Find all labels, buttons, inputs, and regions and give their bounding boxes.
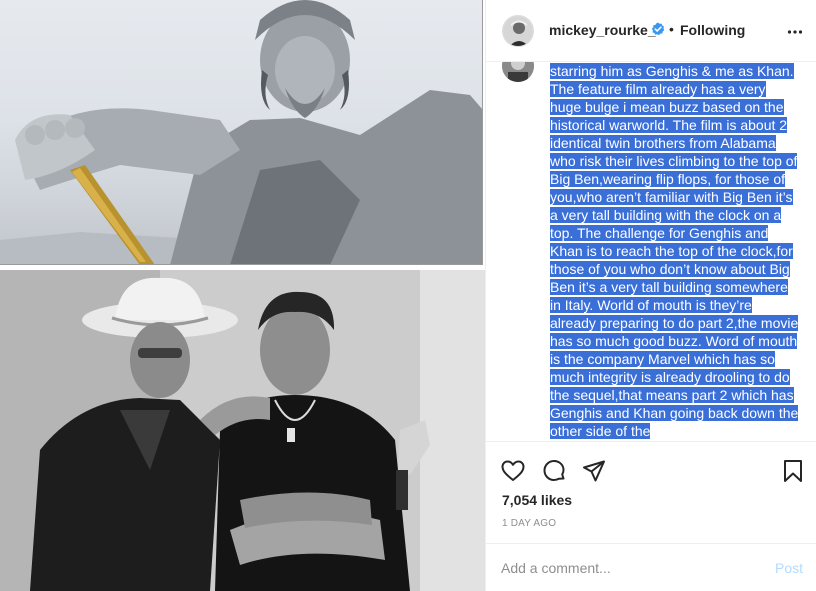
verified-badge-icon <box>651 22 665 36</box>
bookmark-icon[interactable] <box>780 458 806 484</box>
comment-input[interactable] <box>501 556 761 580</box>
paper-plane-icon[interactable] <box>581 458 607 484</box>
actors-photo <box>0 270 485 591</box>
caption-text: starring him as Genghis & me as Khan. Th… <box>550 63 799 439</box>
username-link[interactable]: mickey_rourke_ <box>549 22 656 38</box>
like-count[interactable]: 7,054 likes <box>502 492 572 508</box>
separator-dot: • <box>669 21 674 37</box>
statue-photo <box>0 0 483 265</box>
post-header: mickey_rourke_ • Following <box>486 0 816 62</box>
post-timestamp[interactable]: 1 DAY AGO <box>502 518 556 529</box>
caption-author-avatar[interactable] <box>502 62 534 82</box>
action-bar <box>486 443 816 491</box>
avatar[interactable] <box>502 15 534 47</box>
comment-bubble-icon[interactable] <box>541 458 567 484</box>
more-options-icon[interactable] <box>787 24 803 40</box>
post-comment-button[interactable]: Post <box>775 560 803 576</box>
heart-icon[interactable] <box>500 458 526 484</box>
post-panel: starring him as Genghis & me as Khan. Th… <box>485 0 816 591</box>
post-caption: starring him as Genghis & me as Khan. Th… <box>550 62 800 440</box>
following-button[interactable]: Following <box>680 22 745 38</box>
comments-section[interactable]: starring him as Genghis & me as Khan. Th… <box>486 62 816 442</box>
post-media[interactable] <box>0 0 485 591</box>
add-comment-bar: Post <box>486 543 816 591</box>
